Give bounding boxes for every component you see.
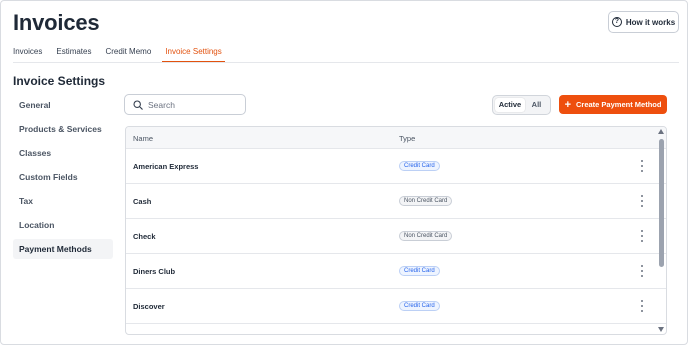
payment-method-name: Discover bbox=[133, 302, 165, 311]
create-payment-method-button[interactable]: + Create Payment Method bbox=[559, 95, 667, 114]
tab-invoice-settings[interactable]: Invoice Settings bbox=[162, 45, 225, 63]
table-row[interactable]: American Express Credit Card bbox=[126, 149, 666, 184]
search-box bbox=[124, 94, 246, 115]
payment-method-name: American Express bbox=[133, 162, 199, 171]
tab-bar: Invoices Estimates Credit Memo Invoice S… bbox=[13, 45, 239, 63]
scroll-up-arrow-icon[interactable] bbox=[658, 129, 664, 134]
sidebar-item-tax[interactable]: Tax bbox=[13, 191, 113, 211]
table-row[interactable]: Diners Club Credit Card bbox=[126, 254, 666, 289]
sidebar-item-classes[interactable]: Classes bbox=[13, 143, 113, 163]
payment-methods-table: Name Type American Express Credit Card C… bbox=[125, 126, 667, 335]
payment-method-name: Cash bbox=[133, 197, 152, 206]
how-it-works-button[interactable]: ? How it works bbox=[608, 11, 679, 33]
help-icon: ? bbox=[611, 17, 622, 27]
table-row[interactable]: Cash Non Credit Card bbox=[126, 184, 666, 219]
column-header-name: Name bbox=[133, 134, 154, 143]
tab-estimates[interactable]: Estimates bbox=[56, 45, 91, 63]
search-input[interactable] bbox=[148, 99, 243, 110]
section-title: Invoice Settings bbox=[13, 74, 106, 88]
row-menu-icon[interactable] bbox=[638, 230, 646, 242]
scroll-down-arrow-icon[interactable] bbox=[658, 327, 664, 332]
filter-all-option[interactable]: All bbox=[525, 98, 548, 112]
type-badge: Credit Card bbox=[399, 161, 440, 171]
sidebar-item-payment-methods[interactable]: Payment Methods bbox=[13, 239, 113, 259]
create-button-label: Create Payment Method bbox=[576, 100, 662, 109]
type-badge: Non Credit Card bbox=[399, 231, 453, 241]
sidebar-item-general[interactable]: General bbox=[13, 95, 113, 115]
row-menu-icon[interactable] bbox=[638, 195, 646, 207]
type-badge: Non Credit Card bbox=[399, 196, 453, 206]
payment-method-name: Diners Club bbox=[133, 267, 176, 276]
type-badge: Credit Card bbox=[399, 301, 440, 311]
sidebar-item-custom-fields[interactable]: Custom Fields bbox=[13, 167, 113, 187]
filter-active-option[interactable]: Active bbox=[495, 98, 525, 112]
row-menu-icon[interactable] bbox=[638, 300, 646, 312]
tab-credit-memo[interactable]: Credit Memo bbox=[105, 45, 151, 63]
tab-invoices[interactable]: Invoices bbox=[13, 45, 42, 63]
table-scrollbar[interactable] bbox=[657, 127, 666, 335]
table-row[interactable]: Check Non Credit Card bbox=[126, 219, 666, 254]
sidebar-item-location[interactable]: Location bbox=[13, 215, 113, 235]
type-badge: Credit Card bbox=[399, 266, 440, 276]
row-menu-icon[interactable] bbox=[638, 265, 646, 277]
settings-sidebar: General Products & Services Classes Cust… bbox=[13, 95, 113, 263]
page-title: Invoices bbox=[13, 10, 100, 35]
status-filter-toggle: Active All bbox=[492, 95, 551, 115]
table-row[interactable]: Discover Credit Card bbox=[126, 289, 666, 324]
sidebar-item-products-services[interactable]: Products & Services bbox=[13, 119, 113, 139]
how-it-works-label: How it works bbox=[625, 17, 676, 27]
table-header: Name Type bbox=[126, 127, 666, 149]
row-menu-icon[interactable] bbox=[638, 160, 646, 172]
column-header-type: Type bbox=[399, 134, 416, 143]
plus-icon: + bbox=[564, 98, 571, 111]
app-window: Invoices ? How it works Invoices Estimat… bbox=[0, 0, 688, 345]
payment-method-name: Check bbox=[133, 232, 156, 241]
scroll-thumb[interactable] bbox=[659, 139, 664, 267]
search-icon bbox=[133, 99, 143, 110]
tabs-divider bbox=[13, 62, 679, 63]
